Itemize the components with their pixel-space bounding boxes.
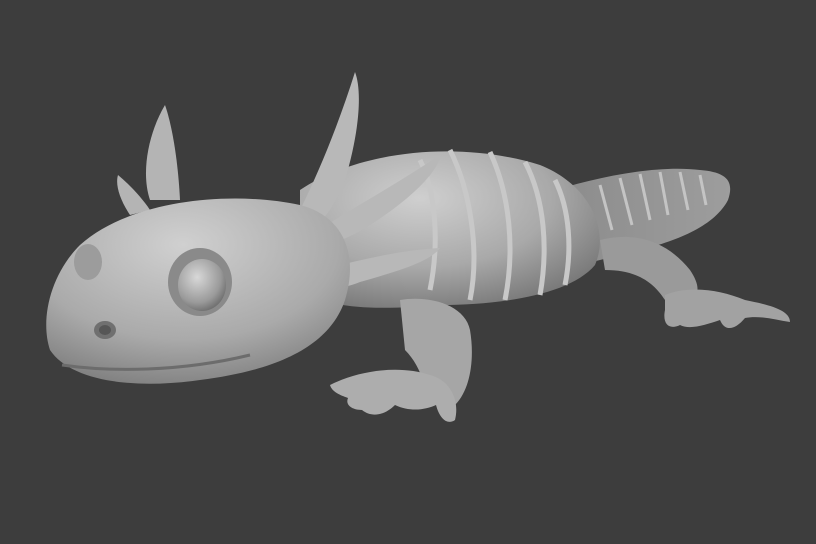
render-canvas[interactable] [0, 0, 816, 544]
back-right-leg [600, 236, 790, 329]
far-eye [74, 244, 102, 280]
gills-left [117, 105, 180, 215]
near-eye [168, 248, 232, 316]
3d-viewport[interactable] [0, 0, 816, 544]
front-right-leg [330, 298, 472, 422]
